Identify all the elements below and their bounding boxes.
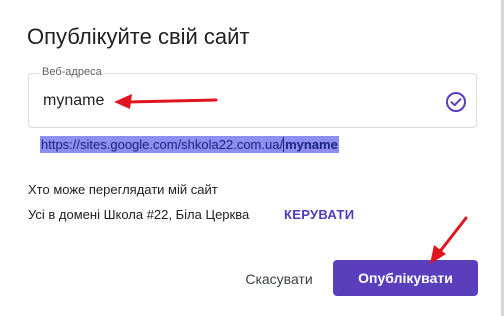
annotation-arrow-publish bbox=[430, 216, 468, 264]
viewers-text: Усі в домені Школа #22, Біла Церква bbox=[28, 207, 250, 222]
web-address-label: Веб-адреса bbox=[39, 66, 105, 78]
web-address-field[interactable]: Веб-адреса myname bbox=[28, 66, 477, 128]
annotation-arrow-input bbox=[114, 94, 218, 109]
check-circle-icon bbox=[446, 92, 466, 112]
dialog-title: Опублікуйте свій сайт bbox=[27, 24, 250, 49]
cancel-button[interactable]: Скасувати bbox=[233, 262, 325, 296]
site-url-name: myname bbox=[283, 137, 338, 152]
viewers-heading: Хто може переглядати мій сайт bbox=[28, 182, 218, 197]
manage-link[interactable]: КЕРУВАТИ bbox=[284, 207, 354, 222]
web-address-input[interactable]: myname bbox=[43, 92, 104, 110]
publish-dialog: Опублікуйте свій сайт Веб-адреса myname … bbox=[0, 0, 504, 316]
site-url: https://sites.google.com/shkola22.com.ua… bbox=[40, 136, 339, 153]
site-url-prefix: https://sites.google.com/shkola22.com.ua… bbox=[41, 137, 284, 152]
